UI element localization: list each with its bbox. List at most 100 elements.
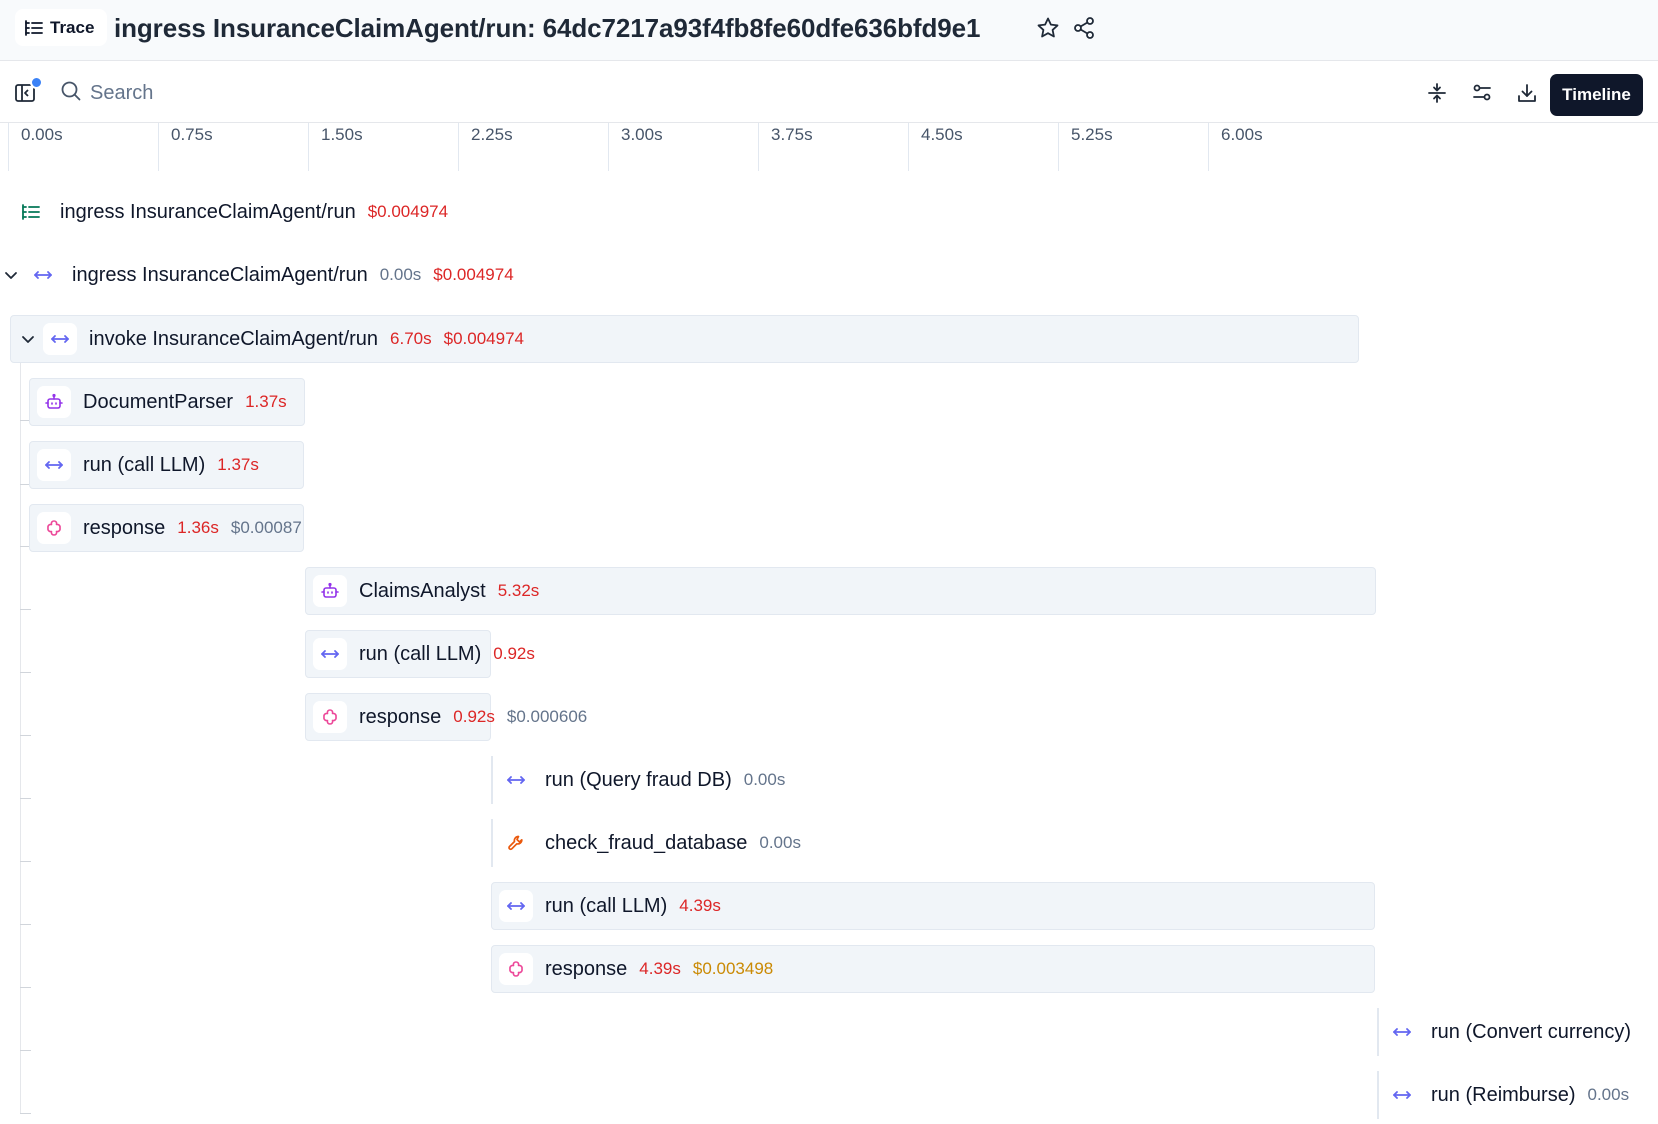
- span-row[interactable]: run (call LLM) 0.92s: [313, 630, 547, 678]
- search-icon: [60, 80, 82, 107]
- span-arrows-icon: [37, 449, 71, 481]
- search-input[interactable]: [90, 81, 630, 105]
- tree-guide-tick: [20, 924, 31, 925]
- timeline-bar-marker: [491, 756, 493, 804]
- timeline-bar-marker: [491, 819, 493, 867]
- span-row[interactable]: run (Query fraud DB) 0.00s: [499, 756, 797, 804]
- span-cost: $0.004974: [443, 329, 525, 348]
- download-icon[interactable]: [1512, 78, 1542, 108]
- star-icon[interactable]: [1034, 14, 1062, 42]
- span-arrows-icon: [1385, 1079, 1419, 1111]
- span-name: run (call LLM): [545, 894, 668, 917]
- span-name: ClaimsAnalyst: [359, 579, 486, 602]
- ruler-tick: 1.50s: [308, 123, 363, 171]
- time-ruler: 0.00s 0.75s 1.50s 2.25s 3.00s 3.75s 4.50…: [0, 123, 1658, 171]
- tree-guide-tick: [20, 987, 31, 988]
- trace-badge[interactable]: Trace: [15, 9, 107, 46]
- span-name: run (Query fraud DB): [545, 768, 732, 791]
- page-title: ingress InsuranceClaimAgent/run: 64dc721…: [114, 13, 981, 43]
- trace-list-icon: [24, 19, 44, 37]
- timeline-button[interactable]: Timeline: [1550, 74, 1643, 116]
- span-cost: $0.000606: [506, 707, 588, 726]
- span-duration: 4.39s: [639, 959, 681, 978]
- span-arrows-icon: [26, 259, 60, 291]
- span-duration: 0.92s: [453, 707, 495, 726]
- span-row[interactable]: run (call LLM) 4.39s: [499, 882, 733, 930]
- tree-guide-tick: [20, 735, 31, 736]
- span-row[interactable]: response 0.92s $0.000606: [313, 693, 587, 741]
- span-row[interactable]: ingress InsuranceClaimAgent/run $0.00497…: [14, 188, 448, 236]
- span-cost: $0.004974: [433, 265, 514, 284]
- span-duration: 1.37s: [217, 455, 259, 474]
- chevron-down-icon[interactable]: [0, 264, 22, 286]
- span-duration: 0.00s: [379, 265, 422, 284]
- span-row[interactable]: run (Convert currency): [1385, 1008, 1643, 1056]
- ruler-tick: 3.00s: [608, 123, 663, 171]
- span-arrows-icon: [1385, 1016, 1419, 1048]
- toolbar: Timeline: [0, 61, 1658, 123]
- span-name: run (call LLM): [359, 642, 482, 665]
- ruler-tick: 0.75s: [158, 123, 213, 171]
- span-row[interactable]: invoke InsuranceClaimAgent/run 6.70s $0.…: [17, 315, 524, 363]
- settings-sliders-icon[interactable]: [1467, 78, 1497, 108]
- notification-dot: [30, 76, 43, 89]
- tree-guide-tick: [20, 609, 31, 610]
- span-name: invoke InsuranceClaimAgent/run: [89, 327, 379, 350]
- span-cost: $0.00087: [230, 518, 302, 537]
- collapse-all-icon[interactable]: [1422, 78, 1452, 108]
- span-duration: 0.00s: [759, 833, 801, 852]
- span-cost: $0.003498: [692, 959, 774, 978]
- agent-bot-icon: [313, 575, 347, 607]
- tree-guide-line: [20, 340, 21, 1114]
- span-name: response: [83, 516, 166, 539]
- span-row[interactable]: ClaimsAnalyst 5.32s: [313, 567, 551, 615]
- tree-guide-tick: [20, 1113, 31, 1114]
- span-arrows-icon: [499, 764, 533, 796]
- span-name: response: [359, 705, 442, 728]
- span-row[interactable]: run (call LLM) 1.37s: [37, 441, 271, 489]
- span-arrows-icon: [43, 323, 77, 355]
- span-name: run (Convert currency): [1431, 1020, 1632, 1043]
- ruler-tick: 6.00s: [1208, 123, 1263, 171]
- span-duration: 1.37s: [245, 392, 287, 411]
- trace-list-icon: [14, 196, 48, 228]
- title-bar: Trace ingress InsuranceClaimAgent/run: 6…: [0, 0, 1658, 61]
- span-arrows-icon: [313, 638, 347, 670]
- span-row[interactable]: ingress InsuranceClaimAgent/run 0.00s $0…: [0, 251, 514, 299]
- span-duration: 6.70s: [390, 329, 432, 348]
- timeline-bar-marker: [1377, 1071, 1379, 1119]
- span-row[interactable]: response 4.39s $0.003498: [499, 945, 773, 993]
- span-name: ingress InsuranceClaimAgent/run: [60, 200, 356, 223]
- span-name: run (Reimburse): [1431, 1083, 1576, 1106]
- span-name: run (call LLM): [83, 453, 206, 476]
- ruler-tick: 4.50s: [908, 123, 963, 171]
- tool-wrench-icon: [499, 827, 533, 859]
- llm-response-icon: [37, 512, 71, 544]
- span-row[interactable]: run (Reimburse) 0.00s: [1385, 1071, 1641, 1119]
- ruler-tick: 2.25s: [458, 123, 513, 171]
- span-duration: 0.00s: [743, 770, 786, 789]
- span-duration: 1.36s: [177, 518, 219, 537]
- span-row[interactable]: response 1.36s $0.00087: [37, 504, 302, 552]
- span-duration: 4.39s: [679, 896, 721, 915]
- search-bar: [60, 78, 660, 108]
- share-icon[interactable]: [1070, 14, 1098, 42]
- span-duration: 0.92s: [493, 644, 535, 663]
- span-name: response: [545, 957, 628, 980]
- span-name: DocumentParser: [83, 390, 234, 413]
- agent-bot-icon: [37, 386, 71, 418]
- timeline-bar-marker: [1377, 1008, 1379, 1056]
- ruler-tick: 3.75s: [758, 123, 813, 171]
- ruler-tick: 0.00s: [8, 123, 63, 171]
- span-row[interactable]: check_fraud_database 0.00s: [499, 819, 813, 867]
- span-duration: 5.32s: [497, 581, 540, 600]
- span-row[interactable]: DocumentParser 1.37s: [37, 378, 299, 426]
- ruler-tick: 5.25s: [1058, 123, 1113, 171]
- chevron-down-icon[interactable]: [17, 328, 39, 350]
- llm-response-icon: [313, 701, 347, 733]
- span-arrows-icon: [499, 890, 533, 922]
- tree-guide-tick: [20, 798, 31, 799]
- llm-response-icon: [499, 953, 533, 985]
- tree-guide-tick: [20, 861, 31, 862]
- span-duration: 0.00s: [1587, 1085, 1630, 1104]
